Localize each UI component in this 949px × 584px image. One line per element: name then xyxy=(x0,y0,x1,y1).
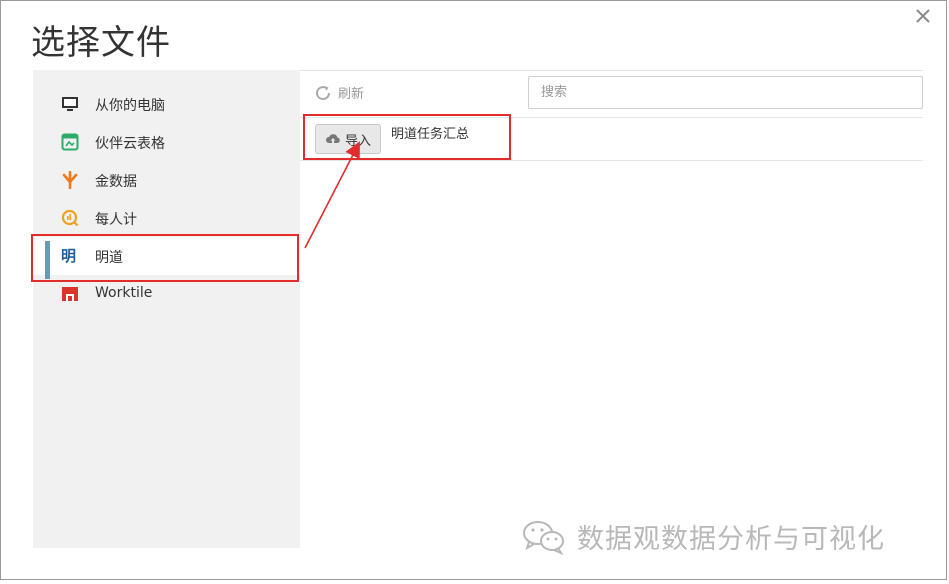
refresh-button[interactable]: 刷新 xyxy=(314,83,364,102)
list-divider xyxy=(300,160,923,161)
sidebar-item-label: 每人计 xyxy=(95,212,137,228)
worktile-logo-icon xyxy=(62,287,78,301)
close-icon xyxy=(916,9,930,23)
source-sidebar: 从你的电脑 伙伴云表格 金数据 每人计 明 明道 Worktile xyxy=(33,70,300,548)
dialog-title: 选择文件 xyxy=(31,23,171,63)
watermark: 数据观数据分析与可视化 xyxy=(521,517,885,556)
wechat-icon xyxy=(523,520,564,555)
sidebar-item-label: Worktile xyxy=(95,285,153,301)
close-button[interactable] xyxy=(912,5,934,27)
list-divider xyxy=(300,117,923,118)
tree-logo-icon xyxy=(62,171,78,189)
coin-logo-icon xyxy=(61,209,79,227)
sidebar-item-label: 伙伴云表格 xyxy=(95,136,165,152)
cloud-upload-icon xyxy=(325,134,340,143)
refresh-label: 刷新 xyxy=(338,87,365,102)
file-name: 明道任务汇总 xyxy=(391,127,470,142)
sidebar-item-jinshuju[interactable]: 金数据 xyxy=(33,161,300,199)
sidebar-item-huobanyun[interactable]: 伙伴云表格 xyxy=(33,123,300,161)
sidebar-item-mingdao[interactable]: 明 明道 xyxy=(33,237,300,279)
sidebar-item-worktile[interactable]: Worktile xyxy=(33,275,300,313)
import-button-label: 导入 xyxy=(344,133,371,149)
search-input[interactable] xyxy=(528,76,923,109)
spreadsheet-icon xyxy=(61,133,79,151)
sidebar-item-label: 金数据 xyxy=(95,174,137,190)
refresh-icon xyxy=(316,85,331,100)
sidebar-item-computer[interactable]: 从你的电脑 xyxy=(33,85,300,123)
sidebar-item-meirenji[interactable]: 每人计 xyxy=(33,199,300,237)
monitor-icon xyxy=(62,97,78,111)
sidebar-item-label: 从你的电脑 xyxy=(95,98,165,114)
import-button[interactable]: 导入 xyxy=(315,124,381,154)
select-file-dialog: 选择文件 从你的电脑 伙伴云表格 金数据 每人计 明 明道 Worktile 刷… xyxy=(0,0,947,580)
sidebar-item-label: 明道 xyxy=(95,250,123,266)
mingdao-logo-icon: 明 xyxy=(61,247,77,265)
watermark-text: 数据观数据分析与可视化 xyxy=(577,524,885,555)
main-top-divider xyxy=(300,70,923,71)
